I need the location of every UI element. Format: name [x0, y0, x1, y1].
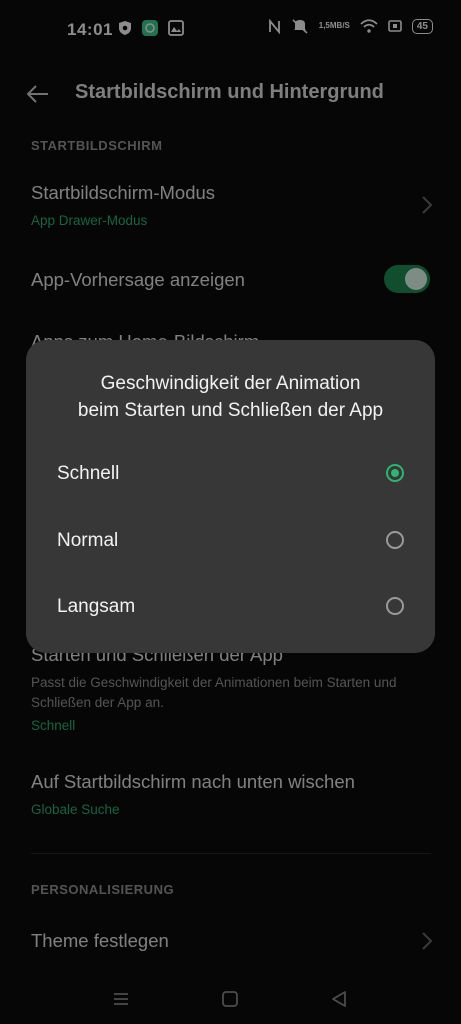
radio-unselected[interactable] — [386, 531, 404, 549]
settings-screen: 14:01 1,5 MB/S 45 Startbildschirm und Hi… — [0, 0, 461, 1024]
dialog-title: Geschwindigkeit der Animation beim Start… — [77, 373, 384, 421]
option-langsam[interactable]: Langsam — [26, 577, 435, 637]
option-label: Normal — [57, 530, 119, 551]
option-schnell[interactable]: Schnell — [26, 444, 435, 504]
radio-unselected[interactable] — [386, 597, 404, 615]
animation-speed-dialog: Geschwindigkeit der Animation beim Start… — [26, 340, 435, 653]
radio-selected[interactable] — [386, 464, 404, 482]
option-label: Langsam — [57, 596, 136, 617]
option-normal[interactable]: Normal — [26, 511, 435, 571]
option-label: Schnell — [57, 463, 120, 484]
